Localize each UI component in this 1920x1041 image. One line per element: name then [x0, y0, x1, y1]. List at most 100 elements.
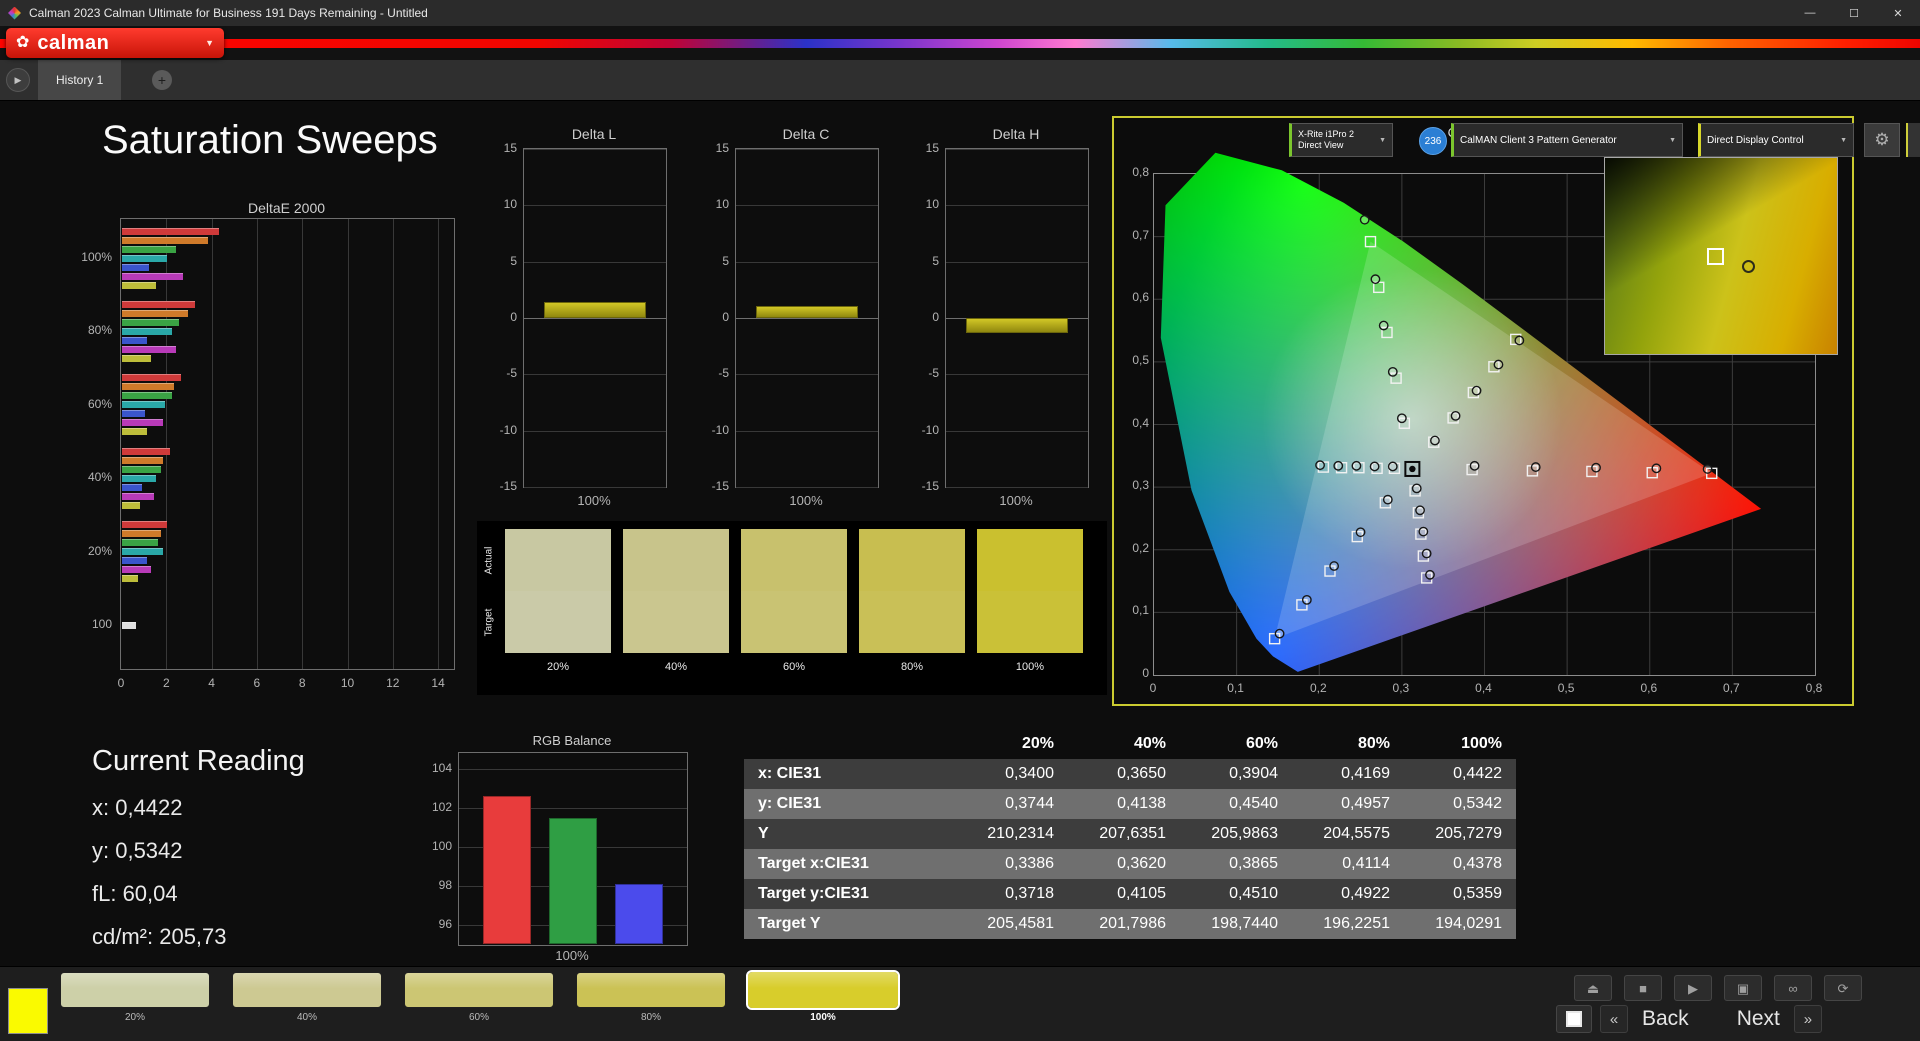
eject-icon[interactable]: ⏏ [1574, 975, 1612, 1001]
next-chevron-icon[interactable]: » [1793, 1005, 1822, 1033]
deltae-bar [122, 575, 138, 583]
delta-h-chart: 15 10 5 0 -5 -10 -15 [922, 141, 1089, 493]
deltae-bar [122, 548, 163, 556]
side-panel-sliver[interactable] [1906, 123, 1920, 157]
meter-selector[interactable]: X-Rite i1Pro 2 Direct View ▼ [1289, 123, 1393, 157]
reading-cdm2: cd/m²: 205,73 [92, 924, 227, 949]
x-tick-label: 0,4 [1475, 681, 1492, 695]
deltae-bar [122, 392, 172, 400]
deltae-bar [122, 401, 165, 409]
rgb-balance-chart: 104 102 100 98 96 [432, 752, 688, 946]
y-tick-label: 100 [431, 839, 452, 853]
refresh-icon[interactable]: ⟳ [1824, 975, 1862, 1001]
swatch-level-label: 80% [900, 661, 924, 673]
rgb-balance-xlabel: 100% [555, 948, 589, 963]
delta-c-xlabel: 100% [789, 493, 823, 508]
delta-l-xlabel: 100% [577, 493, 611, 508]
link-icon[interactable]: ∞ [1774, 975, 1812, 1001]
deltae-bar [122, 621, 136, 629]
grid-line [524, 149, 666, 150]
grid-line [736, 205, 878, 207]
save-icon[interactable]: ▣ [1724, 975, 1762, 1001]
saturation-swatch-button[interactable]: 40% [232, 972, 382, 1023]
saturation-swatch-button[interactable]: 80% [576, 972, 726, 1023]
layout-grid-icon [1566, 1011, 1582, 1027]
back-chevron-icon[interactable]: « [1600, 1005, 1628, 1033]
y-tick-label: 96 [438, 917, 452, 932]
deltae-bar [122, 539, 159, 547]
x-tick-label: 0,7 [1723, 681, 1740, 695]
table-cell: 0,5359 [1453, 885, 1502, 902]
saturation-swatch-button[interactable]: 60% [404, 972, 554, 1023]
deltae-bar [122, 327, 172, 335]
y-tick-label: 10 [925, 197, 939, 212]
stop-icon[interactable]: ■ [1624, 975, 1662, 1001]
maximize-button[interactable]: ☐ [1832, 0, 1876, 26]
back-button[interactable]: Back [1636, 1007, 1695, 1031]
meter-count-badge: 236 [1419, 127, 1447, 155]
grid-line [524, 318, 666, 319]
saturation-swatch-button[interactable]: 20% [60, 972, 210, 1023]
grid-line [256, 219, 258, 669]
y-tick-label: -5 [928, 366, 939, 381]
deltae-bar [122, 501, 141, 509]
deltae-bar [122, 354, 152, 362]
minimize-button[interactable]: — [1788, 0, 1832, 26]
saturation-swatch-button[interactable]: 100% [746, 970, 900, 1023]
grid-line [736, 430, 878, 432]
deltae-bar [122, 530, 161, 538]
delta-value-bar [755, 305, 859, 318]
display-control-selector[interactable]: Direct Display Control ▼ [1698, 123, 1854, 157]
grid-line [166, 219, 168, 669]
gear-icon[interactable]: ⚙ [1864, 123, 1900, 157]
x-tick-label: 0,8 [1805, 681, 1823, 695]
calman-logo-text: calman [37, 31, 110, 54]
row-label: Target Y [758, 915, 821, 932]
page-title: Saturation Sweeps [102, 118, 438, 162]
table-cell: 198,7440 [1211, 915, 1278, 932]
rgb-balance-title: RGB Balance [532, 733, 612, 748]
group-label: 100 [91, 617, 112, 631]
y-tick-label: 104 [431, 760, 452, 775]
deltae-bar [122, 483, 143, 491]
deltae-bar [122, 447, 170, 455]
table-header: 40% [1133, 735, 1166, 752]
deltae-bar [122, 227, 220, 235]
y-tick-label: 0 [510, 310, 517, 324]
grid-line [524, 205, 666, 207]
play-icon[interactable]: ▶ [1674, 975, 1712, 1001]
tab-history-1[interactable]: History 1 [38, 60, 122, 100]
calman-menu-button[interactable]: ✿ calman ▼ [6, 28, 224, 58]
next-button[interactable]: Next [1731, 1007, 1786, 1031]
row-label: y: CIE31 [758, 795, 822, 812]
table-row: Y 210,2314 207,6351 205,9863 204,5575 205,727… [744, 819, 1516, 849]
close-button[interactable]: ✕ [1876, 0, 1920, 26]
deltae-bar [122, 245, 177, 253]
y-tick-label: 0,6 [1132, 290, 1149, 305]
deltae-bar [122, 492, 154, 500]
x-tick-label: 6 [253, 676, 261, 690]
grid-line [524, 487, 666, 488]
layout-grid-button[interactable] [1556, 1005, 1592, 1033]
table-cell: 205,4581 [987, 915, 1054, 932]
workspace-expand-button[interactable]: ▶ [6, 68, 30, 92]
row-label: x: CIE31 [758, 765, 822, 782]
x-tick-label: 2 [162, 676, 170, 690]
table-cell: 205,9863 [1211, 825, 1278, 842]
pattern-generator-selector[interactable]: CalMAN Client 3 Pattern Generator ▼ [1451, 123, 1683, 157]
actual-swatch [859, 529, 965, 591]
y-tick-label: 0,3 [1132, 478, 1149, 493]
deltae-bar [122, 474, 156, 482]
y-tick-label: 98 [438, 878, 452, 893]
reading-fl: fL: 60,04 [92, 881, 178, 906]
deltae-bar [122, 410, 145, 418]
deltae-bar [122, 374, 181, 382]
grid-line [736, 374, 878, 376]
table-cell: 201,7986 [1099, 915, 1166, 932]
window-titlebar: Calman 2023 Calman Ultimate for Business… [0, 0, 1920, 26]
y-tick-label: -10 [921, 422, 939, 437]
y-tick-label: 15 [715, 141, 729, 155]
grid-line [438, 219, 440, 669]
deltae-bar [122, 419, 163, 427]
add-tab-button[interactable]: + [152, 70, 172, 90]
